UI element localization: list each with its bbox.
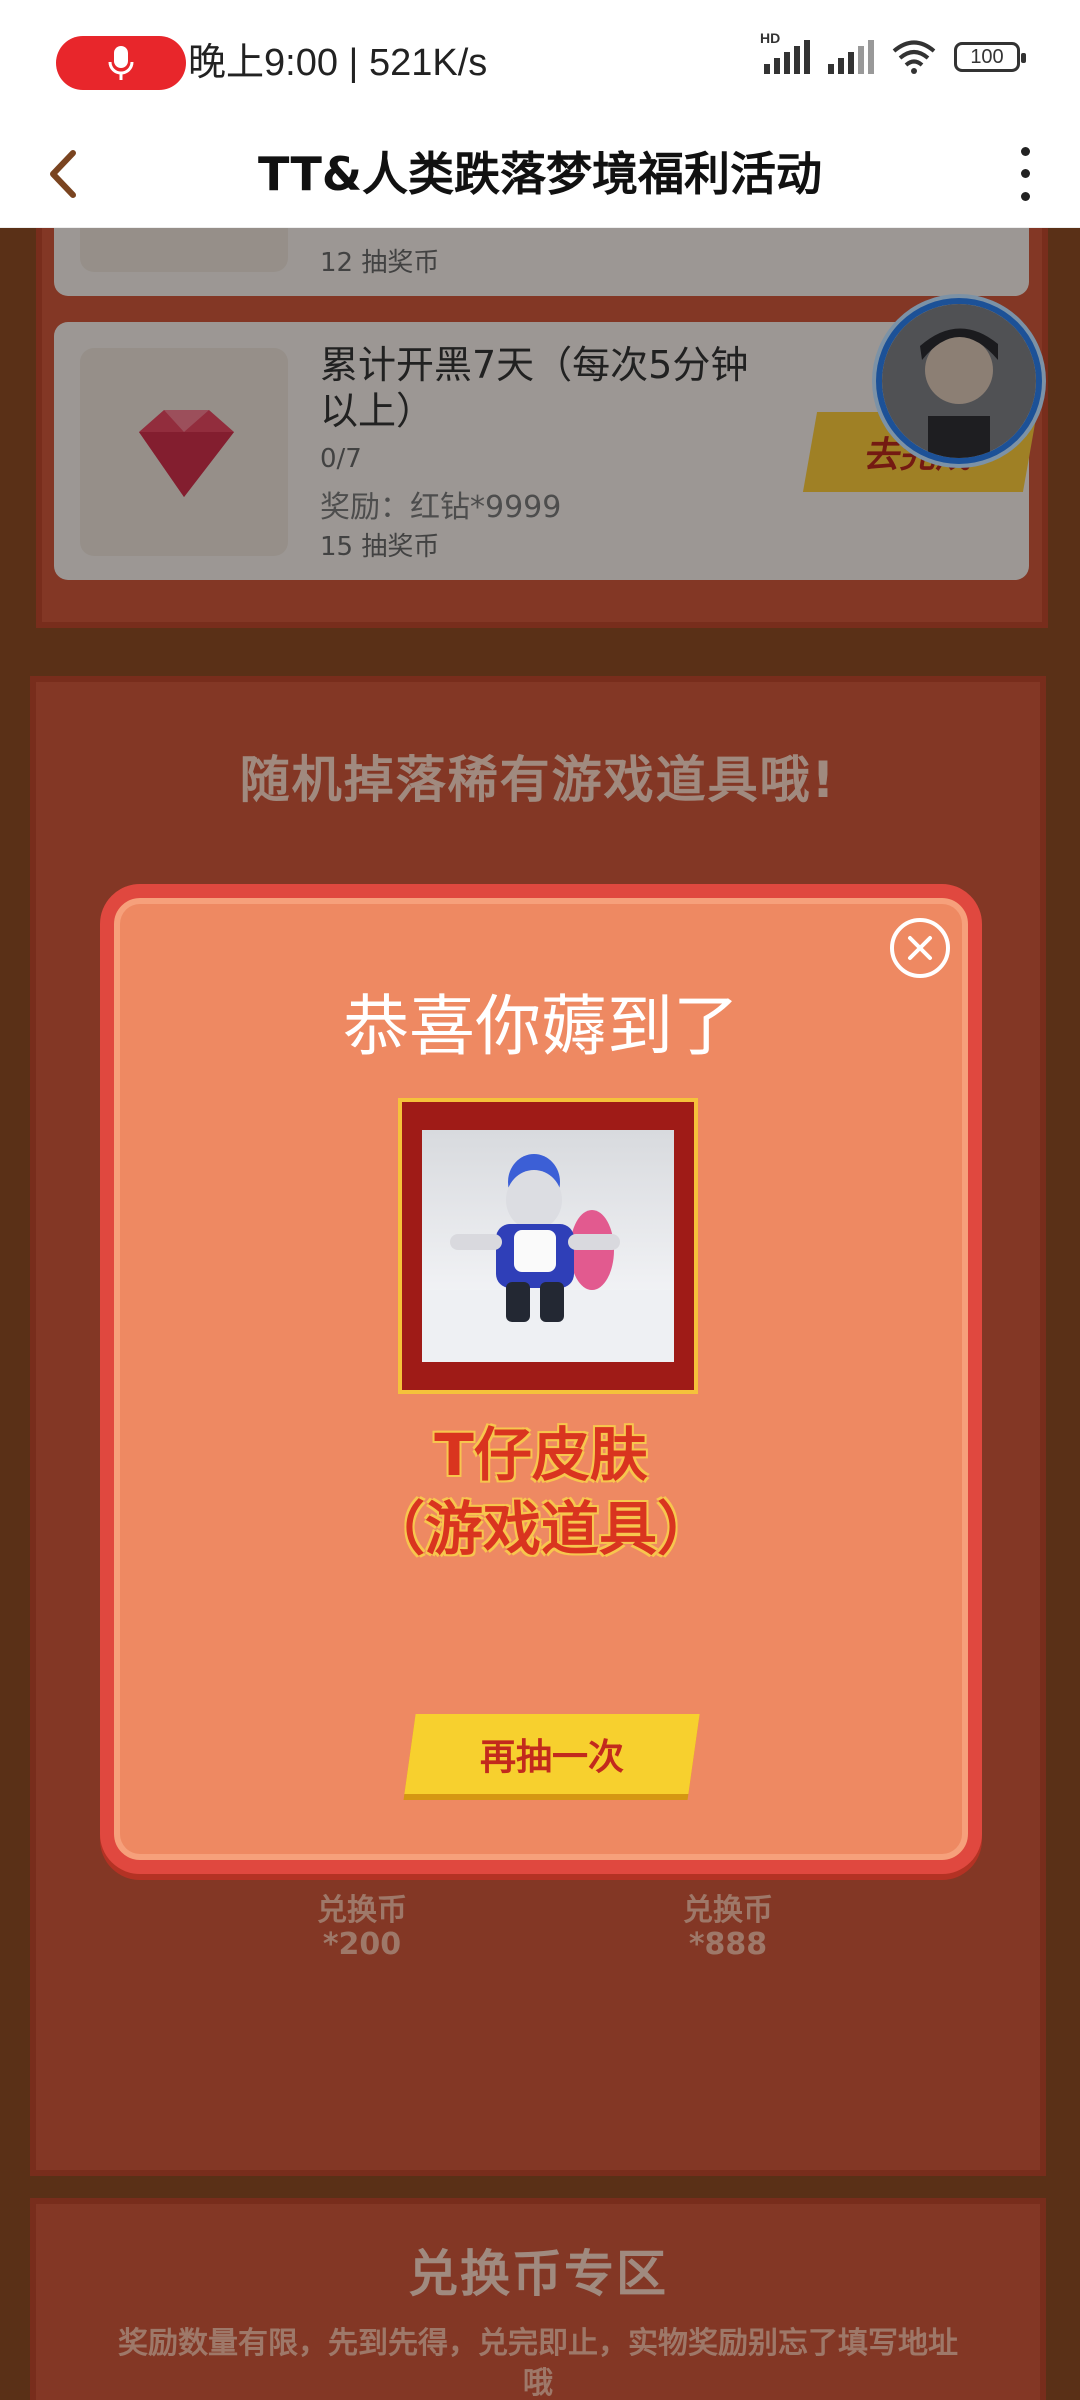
battery-level: 100 bbox=[970, 45, 1004, 68]
page-title: TT&人类跌落梦境福利活动 bbox=[258, 147, 822, 201]
close-icon bbox=[908, 936, 932, 960]
draw-again-button[interactable]: 再抽一次 bbox=[404, 1714, 700, 1794]
prize-type: （游戏道具） bbox=[366, 1495, 715, 1563]
character-skin-image bbox=[422, 1154, 674, 1362]
draw-again-label: 再抽一次 bbox=[479, 1737, 624, 1778]
status-icons: HD 100 bbox=[760, 30, 1026, 74]
status-time-speed: 晚上9:00 | 521K/s bbox=[188, 42, 488, 84]
app-bar: TT&人类跌落梦境福利活动 bbox=[0, 120, 1080, 228]
prize-name: T仔皮肤 （游戏道具） bbox=[114, 1418, 968, 1566]
close-button[interactable] bbox=[890, 918, 950, 978]
wifi-icon bbox=[892, 40, 936, 74]
prize-image-frame bbox=[398, 1098, 698, 1394]
microphone-icon bbox=[108, 46, 134, 80]
hd-badge: HD bbox=[760, 30, 781, 46]
signal-hd-icon: HD bbox=[760, 30, 810, 74]
prize-dialog: 恭喜你薅到了 T仔皮肤 （游戏道具） 再抽一次 bbox=[100, 884, 982, 1874]
dialog-title: 恭喜你薅到了 bbox=[343, 988, 739, 1065]
prize-image bbox=[422, 1130, 674, 1362]
recording-indicator[interactable] bbox=[56, 36, 186, 90]
prize-title: T仔皮肤 bbox=[434, 1421, 648, 1489]
more-menu-button[interactable] bbox=[1010, 140, 1040, 208]
signal-icon bbox=[828, 40, 874, 74]
status-bar: 晚上9:00 | 521K/s HD 100 bbox=[0, 0, 1080, 120]
battery-icon: 100 bbox=[954, 42, 1026, 72]
